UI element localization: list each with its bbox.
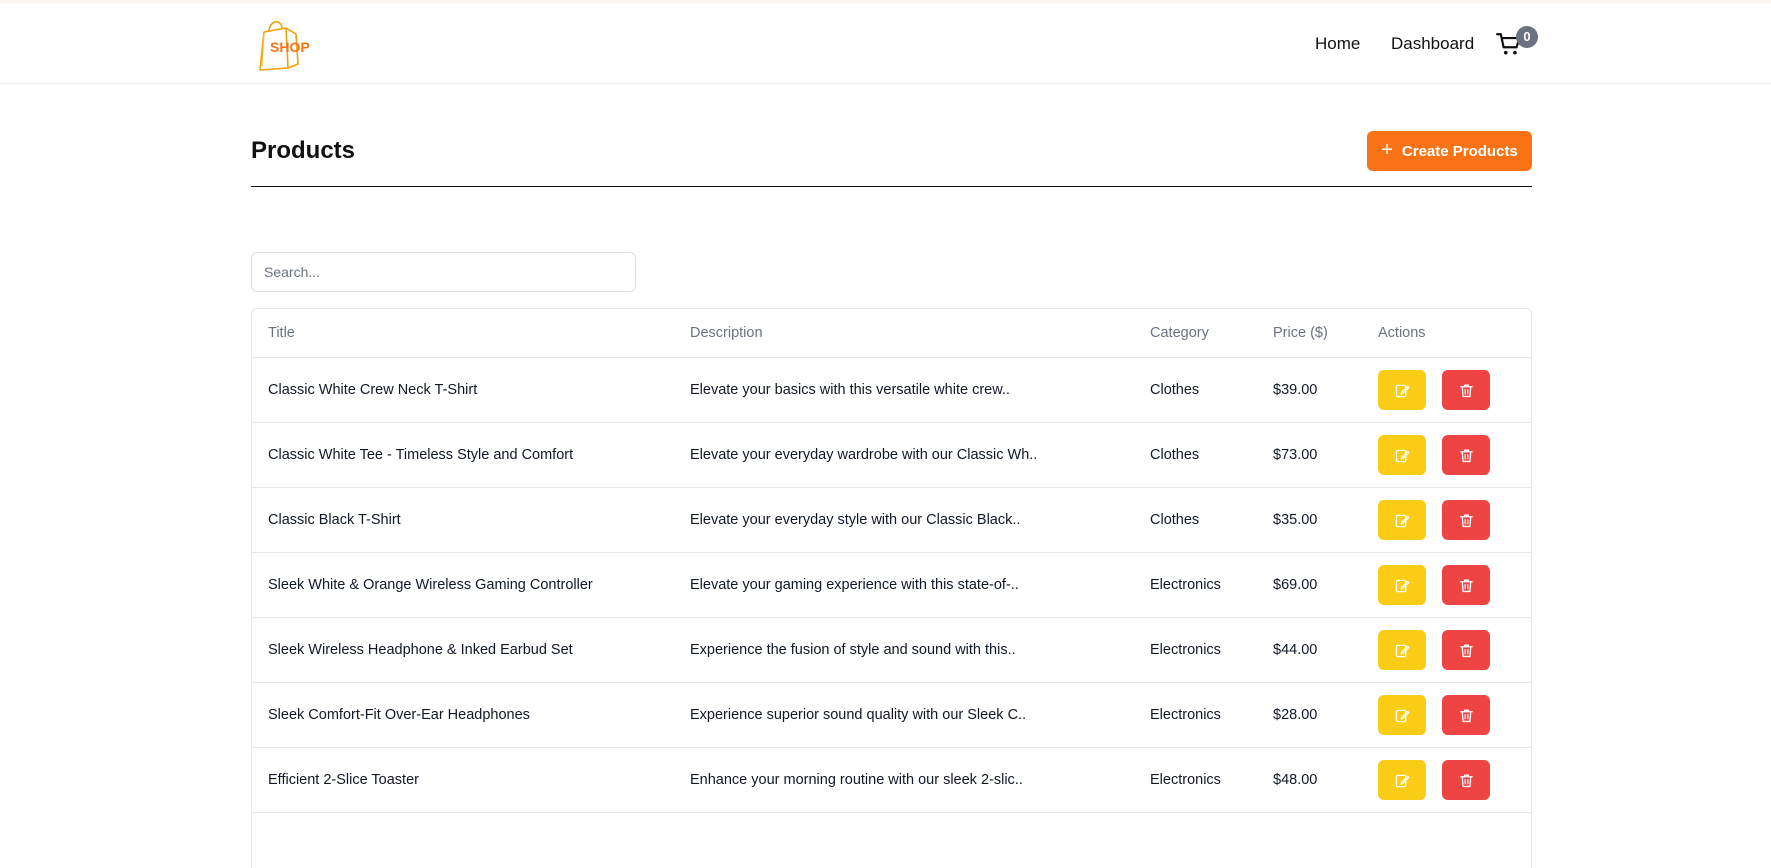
search-input[interactable] <box>251 252 636 292</box>
trash-icon <box>1459 449 1473 462</box>
plus-icon: + <box>1381 139 1393 161</box>
row-description: Experience superior sound quality with o… <box>690 707 1027 723</box>
delete-button[interactable] <box>1442 630 1490 670</box>
nav-dashboard-link[interactable]: Dashboard <box>1391 34 1474 54</box>
row-title: Efficient 2-Slice Toaster <box>268 772 419 788</box>
trash-icon <box>1459 774 1473 787</box>
edit-icon <box>1395 709 1409 722</box>
cart-count-badge: 0 <box>1516 26 1538 48</box>
edit-icon <box>1395 774 1409 787</box>
table-row: Sleek Comfort-Fit Over-Ear Headphones Ex… <box>252 683 1531 748</box>
delete-button[interactable] <box>1442 435 1490 475</box>
header-actions: Actions <box>1378 325 1426 341</box>
shopping-bag-logo-icon: SHOP <box>259 21 310 71</box>
table-row: Classic Black T-Shirt Elevate your every… <box>252 488 1531 553</box>
row-title: Classic White Crew Neck T-Shirt <box>268 382 478 398</box>
row-category: Electronics <box>1150 642 1221 658</box>
row-description: Elevate your everyday wardrobe with our … <box>690 447 1038 463</box>
row-category: Clothes <box>1150 382 1200 398</box>
delete-button[interactable] <box>1442 695 1490 735</box>
delete-button[interactable] <box>1442 760 1490 800</box>
delete-button[interactable] <box>1442 500 1490 540</box>
header-category: Category <box>1150 325 1209 341</box>
row-price: $69.00 <box>1273 577 1318 593</box>
header-price: Price ($) <box>1273 325 1328 341</box>
nav-home-link[interactable]: Home <box>1315 34 1360 54</box>
row-title: Sleek Wireless Headphone & Inked Earbud … <box>268 642 573 658</box>
edit-icon <box>1395 514 1409 527</box>
header-title: Title <box>268 325 295 341</box>
shop-logo[interactable]: SHOP <box>256 18 328 72</box>
row-title: Classic Black T-Shirt <box>268 512 401 528</box>
table-row: Classic White Tee - Timeless Style and C… <box>252 423 1531 488</box>
edit-button[interactable] <box>1378 500 1426 540</box>
edit-icon <box>1395 644 1409 657</box>
row-title: Sleek White & Orange Wireless Gaming Con… <box>268 577 593 593</box>
row-title: Classic White Tee - Timeless Style and C… <box>268 447 574 463</box>
row-price: $73.00 <box>1273 447 1318 463</box>
row-description: Experience the fusion of style and sound… <box>690 642 1016 658</box>
row-category: Electronics <box>1150 577 1221 593</box>
create-products-label: Create Products <box>1401 142 1518 160</box>
table-row: Sleek Wireless Headphone & Inked Earbud … <box>252 618 1531 683</box>
row-price: $39.00 <box>1273 382 1318 398</box>
edit-icon <box>1395 384 1409 397</box>
row-category: Electronics <box>1150 772 1221 788</box>
create-products-button[interactable]: + Create Products <box>1367 131 1532 171</box>
edit-button[interactable] <box>1378 760 1426 800</box>
edit-button[interactable] <box>1378 435 1426 475</box>
trash-icon <box>1459 579 1473 592</box>
row-description: Enhance your morning routine with our sl… <box>690 772 1023 788</box>
row-price: $35.00 <box>1273 512 1318 528</box>
table-row: Classic White Crew Neck T-Shirt Elevate … <box>252 358 1531 423</box>
page-title: Products <box>251 137 356 164</box>
title-divider <box>251 186 1532 187</box>
trash-icon <box>1459 709 1473 722</box>
row-category: Clothes <box>1150 512 1200 528</box>
table-row: Sleek White & Orange Wireless Gaming Con… <box>252 553 1531 618</box>
delete-button[interactable] <box>1442 370 1490 410</box>
edit-button[interactable] <box>1378 565 1426 605</box>
navbar: SHOP Home Dashboard 0 <box>0 3 1771 84</box>
trash-icon <box>1459 644 1473 657</box>
delete-button[interactable] <box>1442 565 1490 605</box>
row-category: Electronics <box>1150 707 1221 723</box>
row-category: Clothes <box>1150 447 1200 463</box>
row-price: $28.00 <box>1273 707 1318 723</box>
edit-icon <box>1395 579 1409 592</box>
row-description: Elevate your basics with this versatile … <box>690 382 1010 398</box>
edit-icon <box>1395 449 1409 462</box>
products-table: Title Description Category Price ($) Act… <box>251 308 1532 868</box>
row-description: Elevate your everyday style with our Cla… <box>690 512 1021 528</box>
edit-button[interactable] <box>1378 630 1426 670</box>
row-title: Sleek Comfort-Fit Over-Ear Headphones <box>268 707 530 723</box>
header-description: Description <box>690 325 763 341</box>
edit-button[interactable] <box>1378 695 1426 735</box>
row-description: Elevate your gaming experience with this… <box>690 577 1019 593</box>
table-header: Title Description Category Price ($) Act… <box>252 309 1531 358</box>
edit-button[interactable] <box>1378 370 1426 410</box>
trash-icon <box>1459 514 1473 527</box>
table-row: Efficient 2-Slice Toaster Enhance your m… <box>252 748 1531 813</box>
logo-text: SHOP <box>270 39 310 55</box>
row-price: $44.00 <box>1273 642 1318 658</box>
trash-icon <box>1459 384 1473 397</box>
row-price: $48.00 <box>1273 772 1318 788</box>
